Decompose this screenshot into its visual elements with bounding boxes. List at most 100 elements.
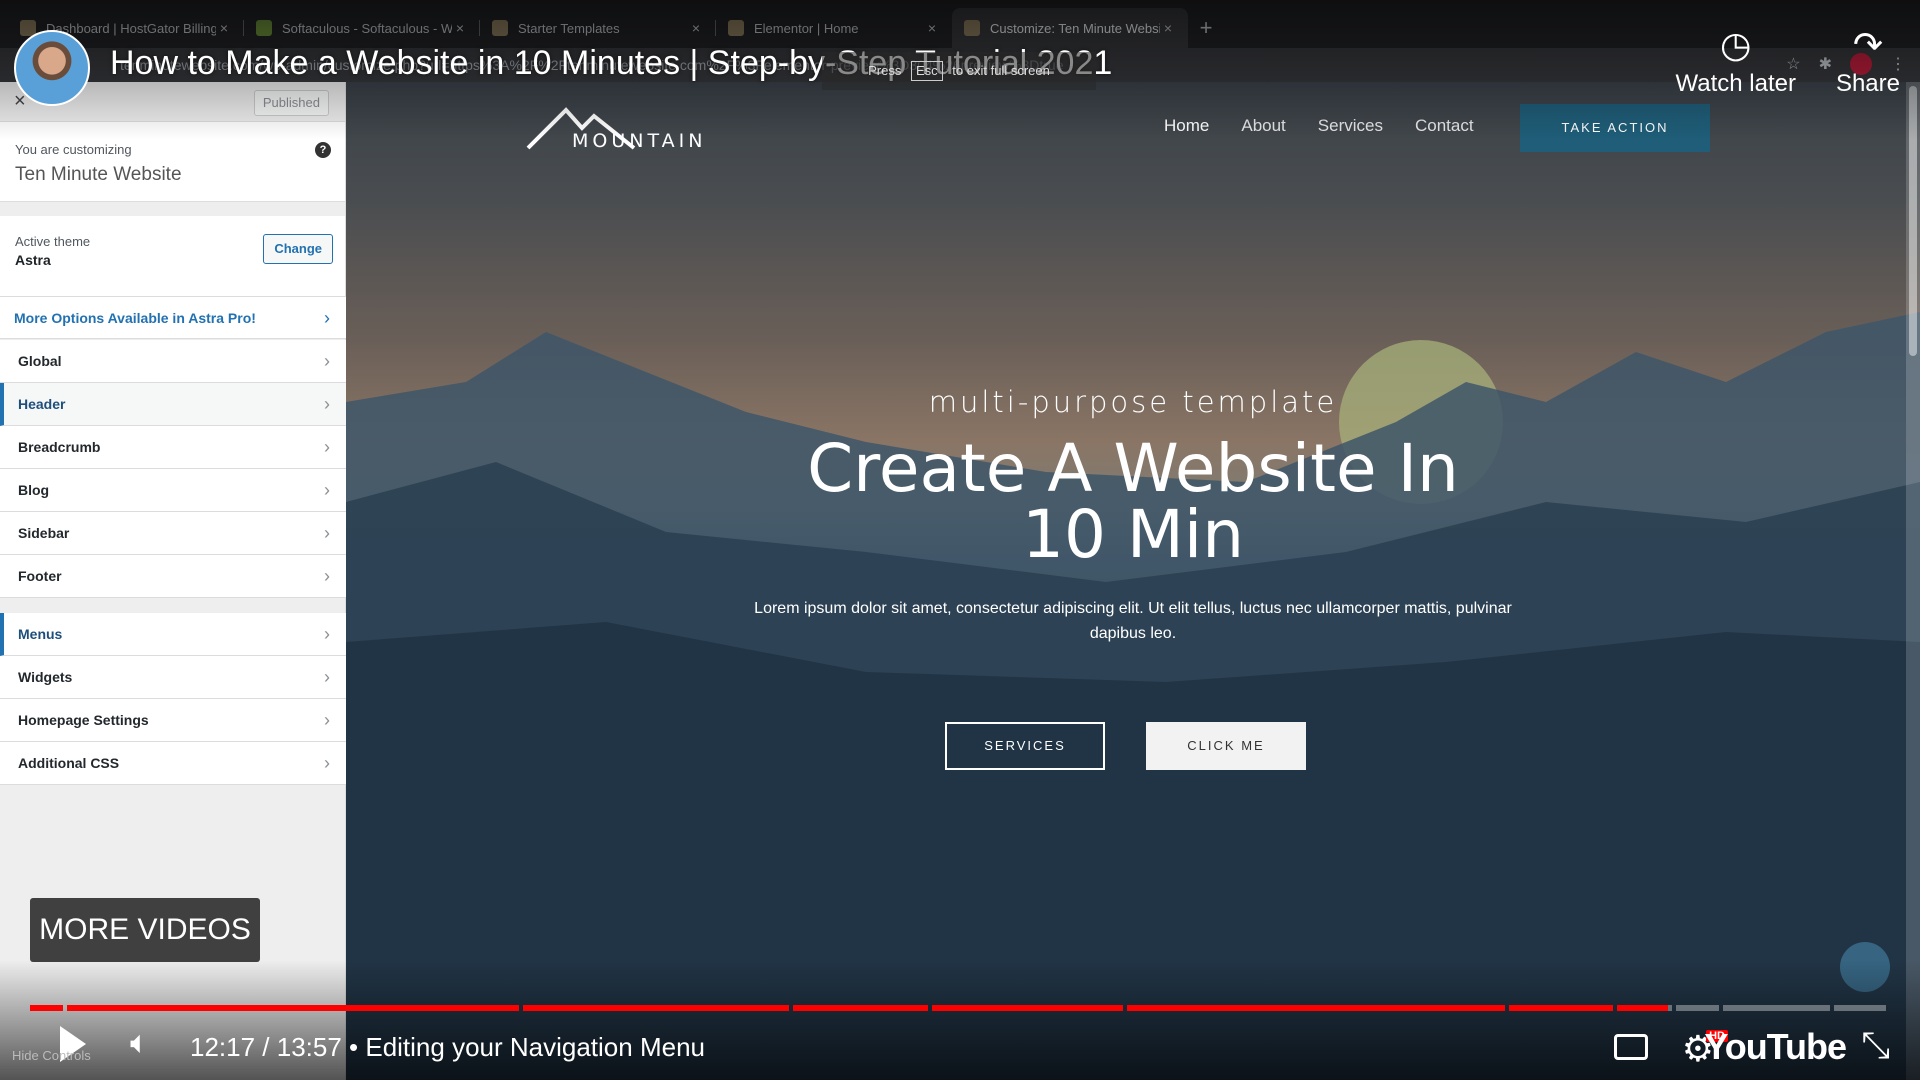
softaculous-favicon-icon [256,20,272,36]
scrollbar-thumb[interactable] [1909,86,1917,356]
close-tab-icon[interactable]: × [1160,20,1176,36]
hide-controls-link[interactable]: Hide Controls [12,1048,91,1063]
site-favicon-icon [964,20,980,36]
section-label: More Options Available in Astra Pro! [14,310,256,326]
nav-home[interactable]: Home [1164,116,1209,136]
section-global[interactable]: Global › [0,340,346,383]
chevron-right-icon: › [324,753,330,773]
progress-played-fill [522,1005,789,1011]
new-tab-button[interactable]: + [1188,8,1224,48]
preview-scrollbar[interactable] [1906,82,1920,1080]
hero-subtitle: multi-purpose template [928,385,1338,419]
browser-tab[interactable]: Softaculous - Softaculous - W × [244,8,480,48]
nav-about[interactable]: About [1241,116,1285,136]
hero-title: Create A Website In 10 Min [346,436,1920,568]
customizing-label: You are customizing [15,142,132,157]
progress-chapter-segment[interactable] [1834,1005,1886,1011]
take-action-button[interactable]: TAKE ACTION [1520,104,1710,152]
hero-title-line: Create A Website In [807,430,1459,507]
youtube-logo[interactable]: YouTube [1704,1026,1847,1068]
section-additional-css[interactable]: Additional CSS › [0,742,346,785]
section-label: Blog [18,482,50,498]
hero-title-line: 10 Min [1021,496,1245,573]
help-icon[interactable]: ? [315,142,331,158]
nav-services[interactable]: Services [1318,116,1383,136]
progress-chapter-segment[interactable] [522,1005,789,1011]
progress-chapter-segment[interactable] [1616,1005,1673,1011]
theme-name: Astra [15,252,51,268]
share-button[interactable]: ↷ Share [1836,24,1900,98]
progress-played-fill [1508,1005,1613,1011]
section-footer[interactable]: Footer › [0,555,346,598]
site-preview: MOUNTAIN Home About Services Contact TAK… [346,82,1920,1080]
video-progress-bar[interactable] [30,1005,1890,1011]
tab-title: Starter Templates [518,20,620,36]
screen: Dashboard | HostGator Billing/ × Softacu… [0,0,1920,1080]
section-astra-pro[interactable]: More Options Available in Astra Pro! › [0,296,346,339]
tab-title: Customize: Ten Minute Website [990,20,1160,36]
progress-chapter-segment[interactable] [67,1005,519,1011]
tab-title: Softaculous - Softaculous - W [282,20,452,36]
chevron-right-icon: › [324,308,330,328]
chevron-right-icon: › [324,394,330,414]
chevron-right-icon: › [324,480,330,500]
close-tab-icon[interactable]: × [452,20,468,36]
services-button[interactable]: SERVICES [945,722,1105,770]
volume-icon[interactable]: 🔈︎ [130,1024,149,1062]
site-logo-text[interactable]: MOUNTAIN [572,130,706,152]
share-arrow-icon: ↷ [1852,24,1884,65]
section-label: Sidebar [18,525,70,541]
close-tab-icon[interactable]: × [216,20,232,36]
chevron-right-icon: › [324,566,330,586]
chevron-right-icon: › [324,710,330,730]
section-homepage-settings[interactable]: Homepage Settings › [0,699,346,742]
share-label: Share [1835,70,1900,97]
hint-text: to exit full screen [952,63,1050,78]
progress-played-fill [932,1005,1124,1011]
more-videos-button[interactable]: MORE VIDEOS [30,898,260,962]
progress-chapter-segment[interactable] [1676,1005,1719,1011]
close-tab-icon[interactable]: × [688,20,704,36]
section-label: Header [18,396,66,412]
progress-played-fill [1616,1005,1668,1011]
active-theme-label: Active theme [15,234,91,249]
section-sidebar[interactable]: Sidebar › [0,512,346,555]
channel-avatar[interactable] [14,30,90,106]
exit-fullscreen-icon[interactable]: ⤡ [1861,1024,1890,1067]
esc-key: Esc [911,61,943,81]
section-widgets[interactable]: Widgets › [0,656,346,699]
tab-title: Elementor | Home [754,20,859,36]
progress-chapter-segment[interactable] [1722,1005,1831,1011]
progress-chapter-segment[interactable] [1127,1005,1505,1011]
progress-chapter-segment[interactable] [30,1005,64,1011]
site-nav: Home About Services Contact [1164,116,1474,136]
watch-later-button[interactable]: ◷ Watch later [1675,24,1795,98]
fullscreen-hint: Press Esc to exit full screen [822,52,1096,90]
progress-played-fill [1127,1005,1505,1011]
section-breadcrumb[interactable]: Breadcrumb › [0,426,346,469]
section-menus[interactable]: Menus › [0,613,346,656]
tab-title: Dashboard | HostGator Billing/ [46,20,216,36]
progress-chapter-segment[interactable] [792,1005,929,1011]
progress-chapter-segment[interactable] [932,1005,1124,1011]
change-theme-button[interactable]: Change [263,234,333,264]
progress-chapter-segment[interactable] [1508,1005,1613,1011]
nav-contact[interactable]: Contact [1415,116,1474,136]
site-name: Ten Minute Website [15,164,182,185]
section-header[interactable]: Header › [0,383,346,426]
browser-tab-active[interactable]: Customize: Ten Minute Website × [952,8,1188,48]
section-label: Additional CSS [18,755,120,771]
click-me-button[interactable]: CLICK ME [1146,722,1306,770]
section-label: Menus [18,626,63,642]
section-label: Global [18,353,62,369]
browser-tab[interactable]: Elementor | Home × [716,8,952,48]
published-button[interactable]: Published [253,90,329,116]
captions-icon[interactable] [1614,1034,1648,1060]
progress-played-fill [792,1005,929,1011]
clock-icon: ◷ [1720,24,1752,65]
section-label: Footer [18,568,62,584]
chevron-right-icon: › [324,624,330,644]
close-tab-icon[interactable]: × [924,20,940,36]
browser-tab[interactable]: Starter Templates × [480,8,716,48]
section-blog[interactable]: Blog › [0,469,346,512]
